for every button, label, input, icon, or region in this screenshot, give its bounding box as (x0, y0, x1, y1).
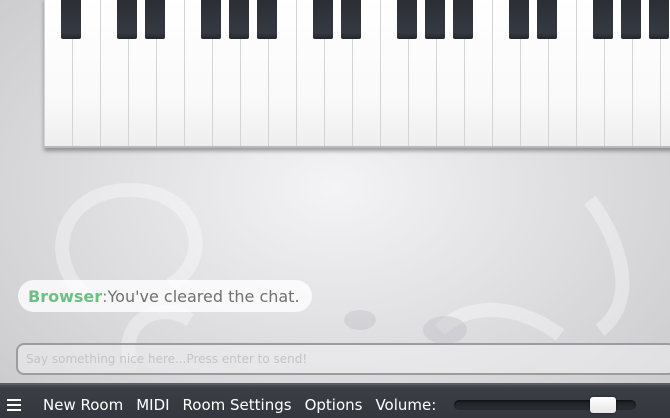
black-key[interactable] (649, 0, 669, 39)
midi-button[interactable]: MIDI (136, 396, 169, 414)
volume-slider[interactable] (454, 396, 637, 413)
black-key[interactable] (397, 0, 417, 39)
bottom-toolbar: New Room MIDI Room Settings Options Volu… (0, 383, 670, 418)
new-room-button[interactable]: New Room (43, 396, 123, 414)
black-key[interactable] (537, 0, 557, 39)
black-key[interactable] (425, 0, 445, 39)
black-key[interactable] (117, 0, 137, 39)
black-key[interactable] (593, 0, 613, 39)
chat-message-text: You've cleared the chat. (107, 286, 300, 306)
black-key[interactable] (453, 0, 473, 39)
volume-slider-thumb[interactable] (590, 396, 617, 413)
black-key[interactable] (257, 0, 277, 39)
chat-input[interactable] (18, 345, 670, 373)
piano-keyboard[interactable] (44, 0, 670, 148)
black-key[interactable] (509, 0, 529, 39)
black-key[interactable] (61, 0, 81, 39)
black-key[interactable] (229, 0, 249, 39)
black-key[interactable] (341, 0, 361, 39)
black-key[interactable] (313, 0, 333, 39)
chat-input-container (16, 343, 670, 375)
black-key[interactable] (201, 0, 221, 39)
chat-message: Browser : You've cleared the chat. (18, 280, 312, 312)
hamburger-menu-icon[interactable] (7, 398, 21, 411)
chat-message-author: Browser (28, 286, 103, 306)
options-button[interactable]: Options (305, 396, 363, 414)
black-key[interactable] (145, 0, 165, 39)
room-settings-button[interactable]: Room Settings (183, 396, 292, 414)
volume-label: Volume: (375, 395, 437, 414)
black-key[interactable] (621, 0, 641, 39)
